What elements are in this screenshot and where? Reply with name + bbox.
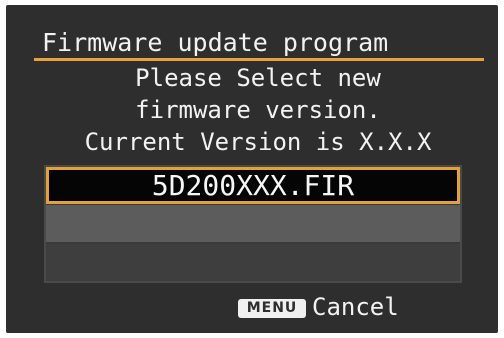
- firmware-file-item-empty[interactable]: [46, 244, 460, 281]
- cancel-button[interactable]: Cancel: [312, 293, 399, 321]
- camera-lcd-screen: Firmware update program Please Select ne…: [6, 5, 498, 333]
- firmware-file-item-empty[interactable]: [46, 205, 460, 242]
- instruction-line-2: firmware version.: [135, 96, 381, 124]
- current-version-line: Current Version is X.X.X: [84, 128, 432, 156]
- menu-button-icon[interactable]: MENU: [238, 299, 306, 318]
- firmware-file-list: 5D200XXX.FIR: [44, 165, 462, 283]
- page-title: Firmware update program: [42, 28, 389, 57]
- instruction-line-1: Please Select new: [135, 64, 381, 92]
- firmware-file-item-selected[interactable]: 5D200XXX.FIR: [46, 167, 460, 204]
- title-underline: [34, 58, 484, 61]
